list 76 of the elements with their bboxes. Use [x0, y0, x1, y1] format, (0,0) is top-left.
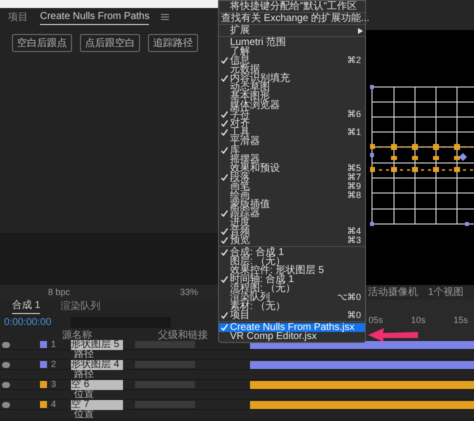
menu-item[interactable]: 对齐	[219, 119, 365, 128]
label-color-swatch[interactable]	[40, 401, 47, 408]
timeline-tab[interactable]: 渲染队列	[60, 299, 100, 314]
menu-item[interactable]: 蒙版插值	[219, 200, 365, 209]
layer-number: 2	[51, 358, 58, 371]
layer-name[interactable]: 空 6	[71, 380, 123, 390]
menu-item[interactable]: 音频 ⌘4	[219, 227, 365, 236]
menu-item[interactable]: 摇摆器	[219, 155, 365, 164]
label-color-swatch[interactable]	[40, 341, 47, 348]
script-button[interactable]: 空白后跟点	[12, 34, 72, 52]
layer-duration-bar[interactable]	[250, 360, 474, 368]
menu-item[interactable]: 扩展	[219, 26, 365, 35]
menu-item[interactable]: 内容识别填充	[219, 74, 365, 83]
ruler-label: 15s	[453, 316, 468, 325]
column-header: 父级和链接	[158, 328, 208, 342]
visibility-icon[interactable]	[2, 342, 10, 348]
panel-tab[interactable]: 项目	[8, 10, 28, 24]
layer-switches[interactable]	[135, 381, 195, 388]
layer-duration-bar[interactable]	[250, 400, 474, 408]
menu-item[interactable]: 效果控件: 形状图层 5	[219, 266, 365, 275]
visibility-icon[interactable]	[2, 402, 10, 408]
menu-item[interactable]: Create Nulls From Paths.jsx	[219, 323, 365, 332]
ruler-label: 10s	[410, 316, 426, 325]
menu-item[interactable]: VR Comp Editor.jsx	[219, 332, 365, 341]
layer-number: 1	[51, 338, 58, 351]
menu-item[interactable]: 图层: （无）	[219, 257, 365, 266]
bit-depth-toggle[interactable]: 8 bpc	[48, 286, 70, 300]
timeline-tab[interactable]: 合成 1	[12, 298, 40, 314]
menu-item[interactable]: 了解	[219, 47, 365, 56]
script-button[interactable]: 追踪路径	[148, 34, 198, 52]
menu-item[interactable]: 段落 ⌘7	[219, 173, 365, 182]
layer-switches[interactable]	[135, 401, 195, 408]
menu-item[interactable]: 平滑器	[219, 137, 365, 146]
menu-item[interactable]: 库	[219, 146, 365, 155]
menu-item[interactable]: 将快捷键分配给"默认"工作区	[219, 2, 365, 11]
menu-item[interactable]: 画笔 ⌘9	[219, 182, 365, 191]
menu-item[interactable]: 流程图: （无）	[219, 284, 365, 293]
menu-item[interactable]: 跟踪器	[219, 209, 365, 218]
menu-item[interactable]: 合成: 合成 1	[219, 248, 365, 257]
menu-item[interactable]: 进度	[219, 218, 365, 227]
visibility-icon[interactable]	[2, 362, 10, 368]
layer-number: 4	[51, 398, 58, 411]
layer-duration-bar[interactable]	[250, 380, 474, 388]
column-header: 源名称	[62, 328, 92, 340]
menu-item[interactable]: 项目 ⌘0	[219, 311, 365, 320]
menu-item[interactable]: 元数据	[219, 65, 365, 74]
ruler-label: 05s	[368, 316, 383, 325]
menu-icon[interactable]	[161, 14, 170, 20]
views-dropdown[interactable]: 1个视图	[428, 285, 464, 300]
panel-tab[interactable]: Create Nulls From Paths	[40, 9, 150, 25]
menu-item[interactable]: 渲染队列 ⌥⌘0	[219, 293, 365, 302]
layer-name[interactable]: 空 7	[71, 400, 123, 410]
camera-dropdown[interactable]: 活动摄像机	[368, 285, 418, 300]
menu-item[interactable]: 时间轴: 合成 1	[219, 275, 365, 284]
menu-item[interactable]: 绘画 ⌘8	[219, 191, 365, 200]
layer-number: 3	[51, 378, 58, 391]
menu-item[interactable]: 效果和预设 ⌘5	[219, 164, 365, 173]
menu-item[interactable]: 素材: （无）	[219, 302, 365, 311]
layer-switches[interactable]	[135, 361, 195, 368]
label-color-swatch[interactable]	[40, 381, 47, 388]
timecode[interactable]: 0:00:00:00	[4, 314, 52, 330]
menu-item[interactable]: 基本图形	[219, 92, 365, 101]
script-button[interactable]: 点后跟空白	[80, 34, 140, 52]
menu-item[interactable]: 信息 ⌘2	[219, 56, 365, 65]
menu-item[interactable]: Lumetri 范围	[219, 38, 365, 47]
menu-item[interactable]: 预览 ⌘3	[219, 236, 365, 245]
pointer-arrow	[368, 328, 418, 342]
label-color-swatch[interactable]	[40, 361, 47, 368]
layer-name[interactable]: 形状图层 4	[71, 360, 123, 370]
zoom-dropdown[interactable]: 33%	[180, 286, 198, 300]
menu-item[interactable]: 字符 ⌘6	[219, 110, 365, 119]
menu-item[interactable]: 媒体浏览器	[219, 101, 365, 110]
layer-switches[interactable]	[135, 341, 195, 348]
visibility-icon[interactable]	[2, 382, 10, 388]
menu-item[interactable]: 动态草图	[219, 83, 365, 92]
menu-item[interactable]: 工具 ⌘1	[219, 128, 365, 137]
